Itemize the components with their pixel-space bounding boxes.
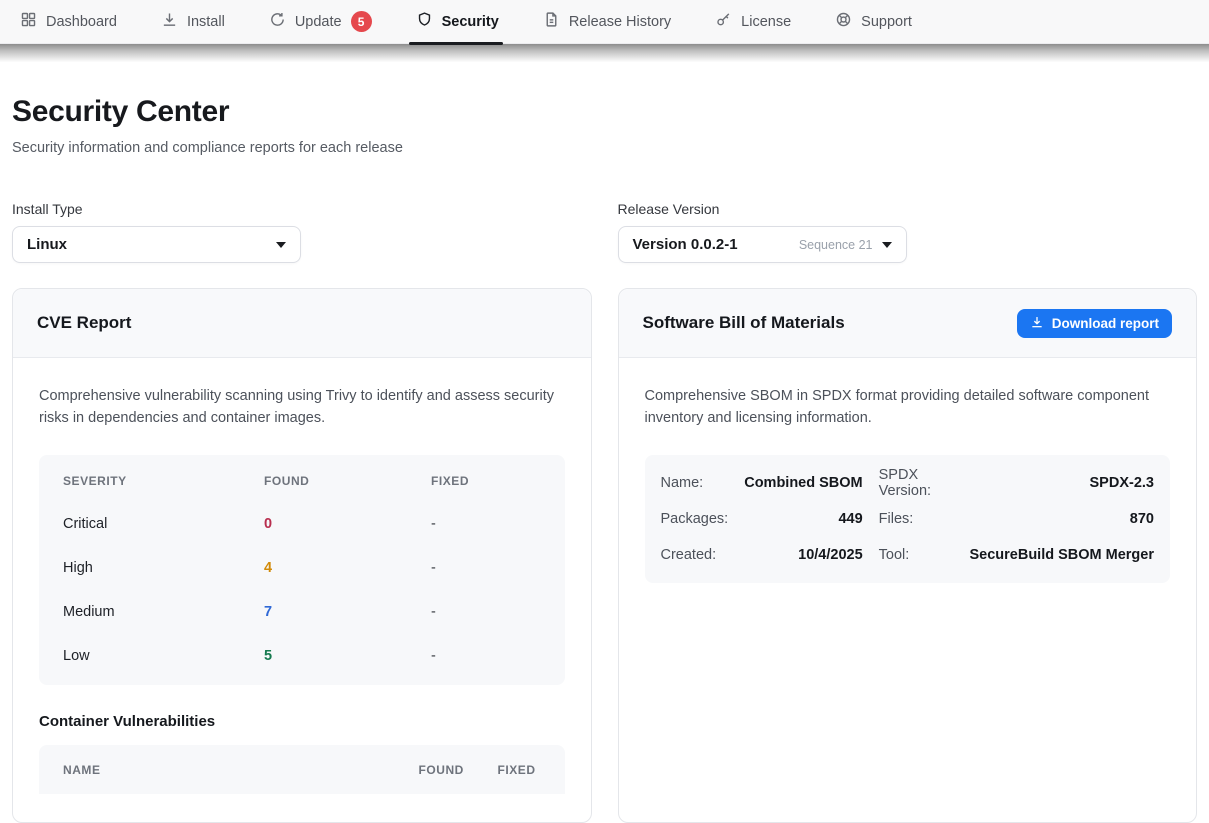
severity-found-count: 7 (264, 604, 431, 620)
sbom-detail-value: SecureBuild SBOM Merger (969, 537, 1154, 573)
tab-label: Security (442, 14, 499, 30)
sbom-details-grid: Name: Combined SBOM SPDX Version: SPDX-2… (645, 455, 1171, 583)
col-found: FOUND (419, 763, 467, 777)
sbom-detail-value: Combined SBOM (744, 465, 862, 501)
download-report-label: Download report (1052, 316, 1159, 331)
cve-report-card: CVE Report Comprehensive vulnerability s… (12, 288, 592, 823)
tab-install[interactable]: Install (161, 0, 225, 44)
document-icon (543, 11, 560, 32)
top-nav: Dashboard Install Update 5 Security Rele… (0, 0, 1209, 44)
col-fixed: FIXED (498, 763, 543, 777)
sbom-detail-label: Name: (661, 465, 729, 501)
dashboard-icon (20, 11, 37, 32)
sbom-detail-label: SPDX Version: (879, 465, 954, 501)
release-version-value: Version 0.0.2-1 (633, 236, 738, 253)
sbom-description: Comprehensive SBOM in SPDX format provid… (645, 386, 1171, 429)
col-fixed: FIXED (431, 474, 541, 488)
severity-name: High (63, 560, 264, 576)
sbom-detail-value: 10/4/2025 (744, 537, 862, 573)
page-title: Security Center (12, 95, 1197, 129)
sbom-detail-label: Created: (661, 537, 729, 573)
severity-name: Low (63, 648, 264, 664)
table-row: Low 5 - (39, 634, 565, 678)
cve-report-card-body: Comprehensive vulnerability scanning usi… (13, 358, 591, 822)
install-type-filter: Install Type Linux (12, 201, 592, 263)
sbom-detail-value: 870 (969, 501, 1154, 537)
severity-fixed-count: - (431, 648, 541, 664)
chevron-down-icon (276, 242, 286, 248)
table-row: High 4 - (39, 546, 565, 590)
nav-shadow-band (0, 44, 1209, 62)
cve-report-card-header: CVE Report (13, 289, 591, 358)
tab-label: Dashboard (46, 14, 117, 30)
sbom-detail-value: 449 (744, 501, 862, 537)
table-row: Medium 7 - (39, 590, 565, 634)
severity-table-header: SEVERITY FOUND FIXED (39, 460, 565, 502)
filters-row: Install Type Linux Release Version Versi… (12, 201, 1197, 263)
col-severity: SEVERITY (63, 474, 264, 488)
sbom-detail-value: SPDX-2.3 (969, 465, 1154, 501)
severity-found-count: 4 (264, 560, 431, 576)
install-type-label: Install Type (12, 201, 592, 217)
tab-support[interactable]: Support (835, 0, 912, 44)
install-type-value: Linux (27, 236, 67, 253)
tab-license[interactable]: License (715, 0, 791, 44)
severity-table: SEVERITY FOUND FIXED Critical 0 - High 4… (39, 455, 565, 685)
download-report-button[interactable]: Download report (1017, 309, 1172, 338)
refresh-icon (269, 11, 286, 32)
severity-found-count: 0 (264, 516, 431, 532)
page-subtitle: Security information and compliance repo… (12, 140, 1197, 156)
severity-name: Medium (63, 604, 264, 620)
cve-report-title: CVE Report (37, 313, 131, 333)
tab-security[interactable]: Security (416, 0, 499, 44)
release-version-select[interactable]: Version 0.0.2-1 Sequence 21 (618, 226, 907, 263)
shield-icon (416, 11, 433, 32)
lifebuoy-icon (835, 11, 852, 32)
sbom-detail-label: Files: (879, 501, 954, 537)
tab-update[interactable]: Update 5 (269, 0, 372, 44)
col-name: NAME (63, 763, 388, 777)
tab-label: Install (187, 14, 225, 30)
sbom-card-body: Comprehensive SBOM in SPDX format provid… (619, 358, 1197, 822)
chevron-down-icon (882, 242, 892, 248)
release-version-sequence: Sequence 21 (799, 238, 873, 252)
severity-found-count: 5 (264, 648, 431, 664)
release-version-filter: Release Version Version 0.0.2-1 Sequence… (618, 201, 1198, 263)
update-count-badge: 5 (351, 11, 372, 32)
tab-release-history[interactable]: Release History (543, 0, 671, 44)
severity-name: Critical (63, 516, 264, 532)
download-icon (1030, 315, 1044, 332)
severity-fixed-count: - (431, 560, 541, 576)
sbom-card: Software Bill of Materials Download repo… (618, 288, 1198, 823)
tab-label: Support (861, 14, 912, 30)
install-type-select[interactable]: Linux (12, 226, 301, 263)
tab-label: Update (295, 14, 342, 30)
download-icon (161, 11, 178, 32)
tab-dashboard[interactable]: Dashboard (20, 0, 117, 44)
tab-label: License (741, 14, 791, 30)
table-row: Critical 0 - (39, 502, 565, 546)
sbom-detail-label: Packages: (661, 501, 729, 537)
sbom-title: Software Bill of Materials (643, 313, 845, 333)
severity-fixed-count: - (431, 516, 541, 532)
cve-report-description: Comprehensive vulnerability scanning usi… (39, 386, 565, 429)
col-found: FOUND (264, 474, 431, 488)
release-version-label: Release Version (618, 201, 1198, 217)
key-icon (715, 11, 732, 32)
severity-fixed-count: - (431, 604, 541, 620)
sbom-detail-label: Tool: (879, 537, 954, 573)
container-vulnerabilities-title: Container Vulnerabilities (39, 713, 565, 730)
sbom-card-header: Software Bill of Materials Download repo… (619, 289, 1197, 358)
tab-label: Release History (569, 14, 671, 30)
